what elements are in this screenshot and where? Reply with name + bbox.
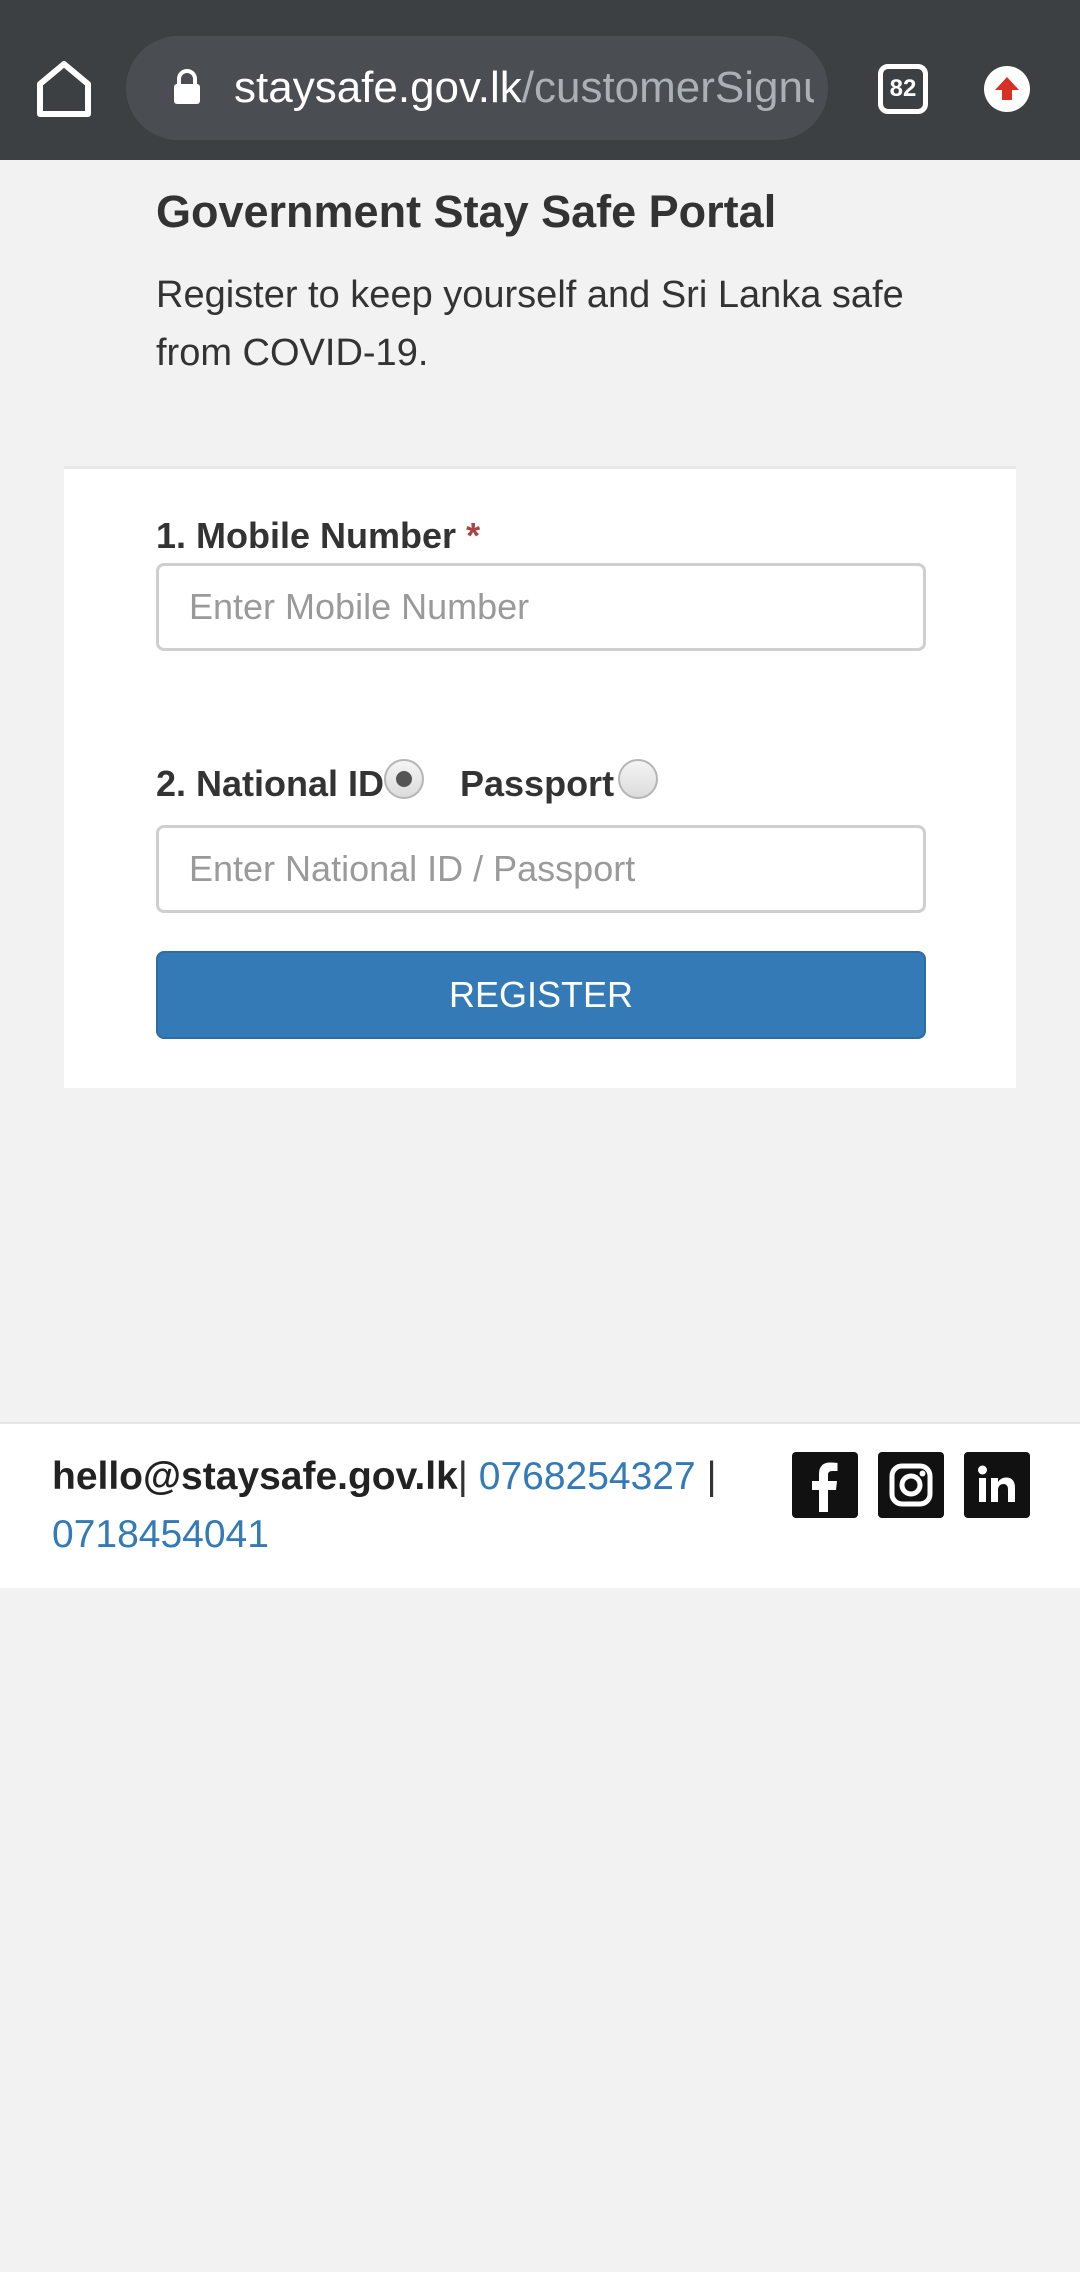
required-mark: * — [466, 515, 481, 556]
phone-link-2[interactable]: 0718454041 — [52, 1513, 269, 1556]
national-id-radio[interactable] — [384, 759, 424, 799]
page-title: Government Stay Safe Portal — [156, 186, 777, 237]
lock-icon — [172, 68, 202, 106]
update-icon[interactable] — [984, 66, 1030, 112]
url-path: /customerSignup — [521, 63, 814, 112]
mobile-number-label: 1. Mobile Number * — [156, 515, 480, 557]
phone-link-1[interactable]: 0768254327 — [479, 1455, 696, 1498]
footer: hello@staysafe.gov.lk| 0768254327 | 0718… — [0, 1422, 1080, 1588]
mobile-number-input[interactable] — [156, 563, 926, 651]
tab-switcher-button[interactable]: 82 — [878, 64, 928, 114]
instagram-icon[interactable] — [878, 1452, 944, 1518]
registration-form: 1. Mobile Number * 2. National ID Passpo… — [64, 466, 1016, 1088]
email-link[interactable]: hello@staysafe.gov.lk — [52, 1455, 458, 1498]
address-bar[interactable]: staysafe.gov.lk/customerSignup — [126, 36, 828, 140]
separator: | — [457, 1455, 468, 1498]
url-domain: staysafe.gov.lk — [234, 63, 522, 112]
register-button[interactable]: REGISTER — [156, 951, 926, 1039]
page-subtitle: Register to keep yourself and Sri Lanka … — [156, 274, 904, 374]
linkedin-icon[interactable] — [964, 1452, 1030, 1518]
home-icon[interactable] — [28, 52, 100, 124]
facebook-icon[interactable] — [792, 1452, 858, 1518]
passport-label: Passport — [460, 763, 615, 804]
national-id-label: 2. National ID — [156, 763, 385, 804]
browser-toolbar: staysafe.gov.lk/customerSignup 82 — [0, 0, 1080, 160]
separator: | — [706, 1455, 717, 1498]
url-text: staysafe.gov.lk/customerSignup — [234, 36, 814, 140]
contact-info: hello@staysafe.gov.lk| 0768254327 | 0718… — [52, 1448, 752, 1564]
national-id-input[interactable] — [156, 825, 926, 913]
passport-radio[interactable] — [618, 759, 658, 799]
mobile-number-label-text: 1. Mobile Number — [156, 515, 457, 556]
